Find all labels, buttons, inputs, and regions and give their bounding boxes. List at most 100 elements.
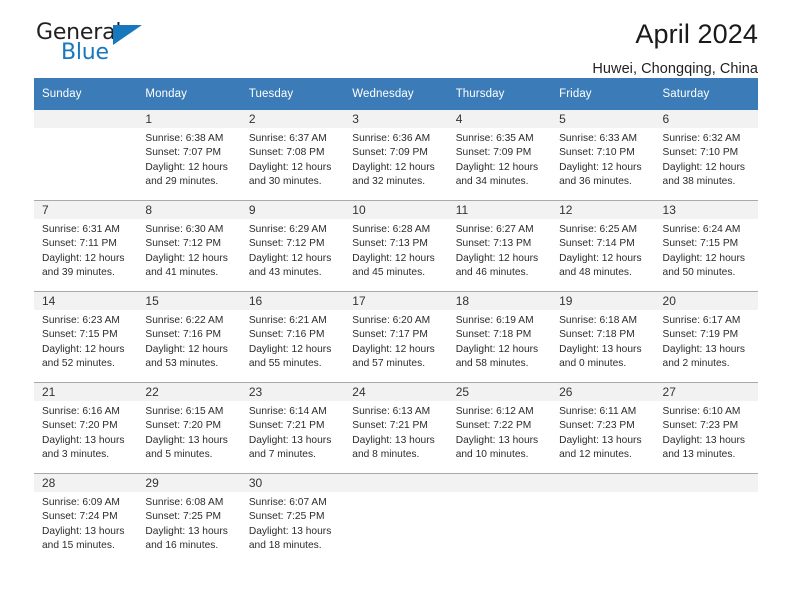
calendar-day-cell[interactable]: 16 Sunrise: 6:21 AM Sunset: 7:16 PM Dayligh… [240, 291, 345, 383]
day-cell-inner: 10 Sunrise: 6:28 AM Sunset: 7:13 PM Dayligh… [344, 201, 448, 291]
calendar-day-cell[interactable]: 7 Sunrise: 6:31 AM Sunset: 7:11 PM Daylight… [34, 200, 138, 292]
logo-text-blue: Blue [61, 40, 109, 65]
day-cell-inner: 4 Sunrise: 6:35 AM Sunset: 7:09 PM Daylight… [447, 110, 552, 200]
day-number: 7 [34, 201, 138, 219]
day-detail-line: and 55 minutes. [248, 358, 322, 370]
calendar-day-cell-empty [34, 110, 138, 201]
day-cell-inner: 27 Sunrise: 6:10 AM Sunset: 7:23 PM Dayligh… [654, 383, 758, 473]
day-detail-line: Daylight: 12 hours [455, 343, 539, 355]
day-cell-inner: 3 Sunrise: 6:36 AM Sunset: 7:09 PM Daylight… [344, 110, 448, 200]
day-number: 3 [344, 110, 448, 128]
day-detail-line: Daylight: 13 hours [248, 525, 332, 537]
day-cell-details: Sunrise: 6:23 AM Sunset: 7:15 PM Daylight:… [34, 310, 137, 372]
day-detail-line: Sunrise: 6:14 AM [248, 406, 327, 417]
day-cell-details: Sunrise: 6:33 AM Sunset: 7:10 PM Daylight:… [551, 128, 654, 190]
day-cell-inner: 22 Sunrise: 6:15 AM Sunset: 7:20 PM Dayligh… [137, 383, 241, 473]
day-number: 1 [137, 110, 241, 128]
calendar-day-cell[interactable]: 10 Sunrise: 6:28 AM Sunset: 7:13 PM Dayligh… [344, 200, 448, 292]
day-detail-line: Daylight: 12 hours [352, 343, 435, 355]
day-cell-inner: 7 Sunrise: 6:31 AM Sunset: 7:11 PM Daylight… [34, 201, 138, 291]
day-cell-inner: 2 Sunrise: 6:37 AM Sunset: 7:08 PM Daylight… [240, 110, 345, 200]
day-detail-line: Daylight: 12 hours [248, 343, 332, 355]
weekday-header-sunday: Sunday [34, 78, 138, 110]
general-blue-logo[interactable]: General Blue [36, 22, 186, 68]
day-detail-line: and 16 minutes. [145, 540, 219, 552]
day-cell-inner: 25 Sunrise: 6:12 AM Sunset: 7:22 PM Dayligh… [447, 383, 552, 473]
day-detail-line: Sunrise: 6:16 AM [42, 406, 120, 417]
calendar-day-cell[interactable]: 25 Sunrise: 6:12 AM Sunset: 7:22 PM Dayligh… [447, 382, 552, 474]
day-cell-inner: 9 Sunrise: 6:29 AM Sunset: 7:12 PM Daylight… [240, 201, 345, 291]
day-number: 30 [240, 474, 345, 492]
day-cell-inner: 28 Sunrise: 6:09 AM Sunset: 7:24 PM Dayligh… [34, 474, 138, 564]
day-number: 23 [240, 383, 345, 401]
day-detail-line: Daylight: 12 hours [662, 252, 746, 264]
day-detail-line: Daylight: 12 hours [42, 343, 125, 355]
day-detail-line: Sunset: 7:25 PM [248, 511, 325, 523]
day-cell-details: Sunrise: 6:12 AM Sunset: 7:22 PM Daylight:… [448, 401, 551, 463]
calendar-day-cell[interactable]: 20 Sunrise: 6:17 AM Sunset: 7:19 PM Dayligh… [654, 291, 758, 383]
calendar-day-cell[interactable]: 9 Sunrise: 6:29 AM Sunset: 7:12 PM Daylight… [240, 200, 345, 292]
calendar-day-cell[interactable]: 8 Sunrise: 6:30 AM Sunset: 7:12 PM Daylight… [137, 200, 241, 292]
day-detail-line: Sunset: 7:09 PM [352, 147, 428, 159]
day-cell-details: Sunrise: 6:09 AM Sunset: 7:24 PM Daylight:… [34, 492, 137, 554]
day-detail-line: Daylight: 12 hours [42, 252, 125, 264]
day-detail-line: and 30 minutes. [248, 176, 322, 188]
day-detail-line: Sunset: 7:09 PM [455, 147, 532, 159]
day-detail-line: and 57 minutes. [352, 358, 426, 370]
calendar-day-cell[interactable]: 19 Sunrise: 6:18 AM Sunset: 7:18 PM Dayligh… [551, 291, 655, 383]
calendar-day-cell[interactable]: 22 Sunrise: 6:15 AM Sunset: 7:20 PM Dayligh… [137, 382, 241, 474]
calendar-day-cell[interactable]: 23 Sunrise: 6:14 AM Sunset: 7:21 PM Dayligh… [240, 382, 345, 474]
weekday-headers: Sunday Monday Tuesday Wednesday Thursday Frid… [34, 78, 758, 110]
calendar-day-cell[interactable]: 15 Sunrise: 6:22 AM Sunset: 7:16 PM Dayligh… [137, 291, 241, 383]
day-number: 19 [551, 292, 655, 310]
calendar-day-cell[interactable]: 2 Sunrise: 6:37 AM Sunset: 7:08 PM Daylight… [240, 110, 345, 201]
day-detail-line: Sunrise: 6:30 AM [145, 224, 224, 235]
day-cell-inner: 11 Sunrise: 6:27 AM Sunset: 7:13 PM Dayligh… [447, 201, 552, 291]
calendar-day-cell[interactable]: 18 Sunrise: 6:19 AM Sunset: 7:18 PM Dayligh… [447, 291, 552, 383]
day-detail-line: and 7 minutes. [248, 449, 316, 461]
calendar-day-cell[interactable]: 11 Sunrise: 6:27 AM Sunset: 7:13 PM Dayligh… [447, 200, 552, 292]
day-number: 18 [447, 292, 552, 310]
calendar-day-cell[interactable]: 26 Sunrise: 6:11 AM Sunset: 7:23 PM Dayligh… [551, 382, 655, 474]
calendar-day-cell[interactable]: 13 Sunrise: 6:24 AM Sunset: 7:15 PM Dayligh… [654, 200, 758, 292]
day-cell-details [448, 492, 551, 496]
calendar-day-cell[interactable]: 5 Sunrise: 6:33 AM Sunset: 7:10 PM Daylight… [551, 110, 655, 201]
day-cell-details [655, 492, 758, 496]
day-detail-line: and 39 minutes. [42, 267, 115, 279]
calendar-day-cell[interactable]: 6 Sunrise: 6:32 AM Sunset: 7:10 PM Daylight… [654, 110, 758, 201]
calendar-day-cell[interactable]: 1 Sunrise: 6:38 AM Sunset: 7:07 PM Daylight… [137, 110, 241, 201]
day-cell-inner [344, 474, 448, 564]
day-detail-line: and 18 minutes. [248, 540, 322, 552]
calendar-day-cell[interactable]: 21 Sunrise: 6:16 AM Sunset: 7:20 PM Dayligh… [34, 382, 138, 474]
calendar-day-cell[interactable]: 24 Sunrise: 6:13 AM Sunset: 7:21 PM Dayligh… [344, 382, 448, 474]
calendar-day-cell[interactable]: 30 Sunrise: 6:07 AM Sunset: 7:25 PM Dayligh… [240, 473, 345, 564]
day-number [344, 474, 448, 492]
calendar-day-cell[interactable]: 28 Sunrise: 6:09 AM Sunset: 7:24 PM Dayligh… [34, 473, 138, 564]
day-detail-line: and 43 minutes. [248, 267, 322, 279]
calendar-day-cell[interactable]: 27 Sunrise: 6:10 AM Sunset: 7:23 PM Dayligh… [654, 382, 758, 474]
day-cell-inner: 13 Sunrise: 6:24 AM Sunset: 7:15 PM Dayligh… [654, 201, 758, 291]
day-cell-details: Sunrise: 6:10 AM Sunset: 7:23 PM Daylight:… [655, 401, 758, 463]
calendar-day-cell[interactable]: 4 Sunrise: 6:35 AM Sunset: 7:09 PM Daylight… [447, 110, 552, 201]
day-detail-line: and 50 minutes. [662, 267, 736, 279]
day-cell-inner: 19 Sunrise: 6:18 AM Sunset: 7:18 PM Dayligh… [551, 292, 655, 382]
day-number: 27 [654, 383, 758, 401]
calendar-day-cell[interactable]: 17 Sunrise: 6:20 AM Sunset: 7:17 PM Dayligh… [344, 291, 448, 383]
day-detail-line: and 53 minutes. [145, 358, 219, 370]
day-cell-details: Sunrise: 6:22 AM Sunset: 7:16 PM Daylight:… [137, 310, 240, 372]
day-detail-line: and 13 minutes. [662, 449, 736, 461]
day-detail-line: Daylight: 12 hours [352, 252, 435, 264]
calendar-day-cell[interactable]: 3 Sunrise: 6:36 AM Sunset: 7:09 PM Daylight… [344, 110, 448, 201]
day-cell-details: Sunrise: 6:25 AM Sunset: 7:14 PM Daylight:… [551, 219, 654, 281]
calendar-day-cell[interactable]: 29 Sunrise: 6:08 AM Sunset: 7:25 PM Dayligh… [137, 473, 241, 564]
day-cell-inner: 26 Sunrise: 6:11 AM Sunset: 7:23 PM Dayligh… [551, 383, 655, 473]
day-cell-inner: 15 Sunrise: 6:22 AM Sunset: 7:16 PM Dayligh… [137, 292, 241, 382]
day-cell-details: Sunrise: 6:35 AM Sunset: 7:09 PM Daylight:… [448, 128, 551, 190]
day-detail-line: Sunset: 7:16 PM [145, 329, 222, 341]
calendar-day-cell[interactable]: 12 Sunrise: 6:25 AM Sunset: 7:14 PM Dayligh… [551, 200, 655, 292]
day-detail-line: Daylight: 13 hours [42, 434, 125, 446]
day-detail-line: Sunrise: 6:20 AM [352, 315, 431, 326]
day-detail-line: and 8 minutes. [352, 449, 420, 461]
calendar-day-cell[interactable]: 14 Sunrise: 6:23 AM Sunset: 7:15 PM Dayligh… [34, 291, 138, 383]
day-cell-details: Sunrise: 6:08 AM Sunset: 7:25 PM Daylight:… [137, 492, 240, 554]
